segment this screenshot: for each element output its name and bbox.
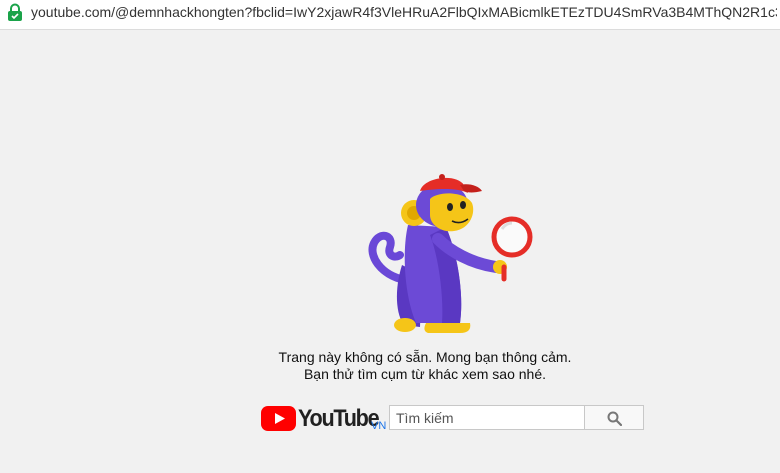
search-button[interactable] <box>585 405 644 430</box>
search-input[interactable] <box>389 405 585 430</box>
address-bar[interactable]: youtube.com/@demnhackhongten?fbclid=IwY2… <box>0 0 780 30</box>
country-code: VN <box>371 420 387 432</box>
youtube-logo[interactable]: YouTube VN <box>261 404 391 434</box>
search-icon <box>607 411 622 426</box>
error-line-1: Trang này không có sẵn. Mong bạn thông c… <box>278 349 572 365</box>
url-text[interactable]: youtube.com/@demnhackhongten?fbclid=IwY2… <box>31 4 777 20</box>
error-message: Trang này không có sẵn. Mong bạn thông c… <box>250 349 600 383</box>
youtube-play-icon <box>261 406 296 431</box>
error-line-2: Bạn thử tìm cụm từ khác xem sao nhé. <box>303 366 547 382</box>
youtube-wordmark: YouTube <box>298 405 380 432</box>
lock-icon <box>8 3 22 21</box>
monkey-magnifier-illustration <box>368 174 533 333</box>
